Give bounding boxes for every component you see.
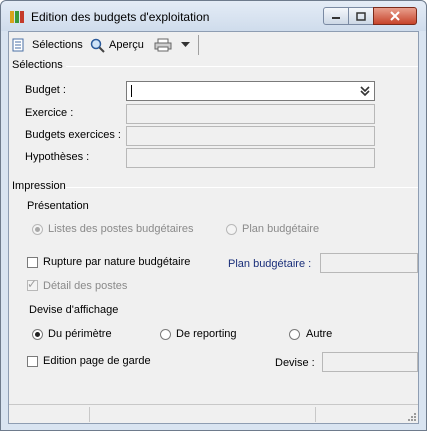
edition-page-garde-label: Edition page de garde (43, 355, 151, 367)
radio-autre[interactable] (289, 329, 300, 340)
exercice-label: Exercice : (25, 107, 74, 119)
print-toolbar-button[interactable] (154, 36, 172, 54)
radio-de-reporting-label: De reporting (176, 328, 237, 340)
plan-budgetaire-field-label: Plan budgétaire : (228, 258, 312, 270)
exercice-field (126, 104, 375, 124)
budget-dropdown-button[interactable] (357, 83, 373, 99)
minimize-icon (332, 17, 340, 19)
radio-de-reporting[interactable] (160, 329, 171, 340)
radio-listes-postes-label: Listes des postes budgétaires (48, 223, 194, 235)
hypotheses-field (126, 148, 375, 168)
impression-divider (66, 187, 418, 188)
impression-section-title: Impression (12, 180, 66, 192)
toolbar-separator (198, 35, 199, 55)
toolbar: Sélections Aperçu (9, 32, 418, 58)
status-cell-divider (89, 407, 90, 422)
checkmark-icon: ✓ (27, 277, 38, 291)
radio-du-perimetre[interactable] (32, 329, 43, 340)
budget-combobox[interactable] (126, 81, 375, 101)
window-title: Edition des budgets d'exploitation (31, 10, 210, 24)
close-icon (390, 11, 400, 21)
text-cursor (131, 85, 132, 97)
selections-toolbar-button[interactable]: Sélections (12, 36, 83, 54)
magnifier-icon (90, 38, 105, 53)
budgets-exercices-field (126, 126, 375, 146)
preview-toolbar-button[interactable]: Aperçu (90, 36, 144, 54)
dialog-body: Sélections Aperçu Sélections Budget: Ex… (8, 31, 419, 424)
list-icon (12, 38, 24, 52)
presentation-label: Présentation (27, 200, 89, 212)
detail-postes-checkbox[interactable]: ✓ (27, 277, 38, 291)
radio-du-perimetre-label: Du périmètre (48, 328, 112, 340)
devise-affichage-label: Devise d'affichage (29, 304, 119, 316)
selections-toolbar-label: Sélections (32, 39, 83, 51)
resize-grip-icon[interactable] (406, 411, 416, 421)
chevron-down-icon (181, 42, 190, 47)
preview-toolbar-label: Aperçu (109, 39, 144, 51)
dialog-window: Edition des budgets d'exploitation Sélec… (0, 0, 427, 431)
edition-page-garde-checkbox[interactable] (27, 356, 38, 367)
rupture-nature-checkbox[interactable] (27, 257, 38, 268)
hypotheses-label: Hypothèses : (25, 151, 90, 163)
print-dropdown-button[interactable] (181, 36, 190, 54)
radio-autre-label: Autre (306, 328, 333, 340)
maximize-button[interactable] (348, 7, 374, 25)
printer-icon (154, 38, 172, 52)
status-cell-divider (315, 407, 316, 422)
plan-budgetaire-field (320, 253, 418, 273)
double-chevron-down-icon (360, 86, 370, 96)
maximize-icon (356, 11, 366, 21)
radio-plan-budgetaire[interactable] (226, 224, 237, 235)
detail-postes-label: Détail des postes (43, 280, 128, 292)
budgets-exercices-label: Budgets exercices : (25, 129, 121, 141)
status-bar (9, 404, 418, 423)
devise-field (322, 352, 418, 372)
radio-listes-postes[interactable] (32, 224, 43, 235)
minimize-button[interactable] (323, 7, 349, 25)
radio-plan-budgetaire-label: Plan budgétaire (242, 223, 320, 235)
title-bar[interactable]: Edition des budgets d'exploitation (1, 1, 426, 31)
selections-divider (66, 66, 418, 67)
close-button[interactable] (373, 7, 417, 25)
devise-label: Devise : (275, 357, 315, 369)
budget-label: Budget : (25, 84, 66, 96)
selections-section-title: Sélections (12, 59, 63, 71)
rupture-nature-label: Rupture par nature budgétaire (43, 256, 191, 268)
app-icon (10, 11, 24, 23)
